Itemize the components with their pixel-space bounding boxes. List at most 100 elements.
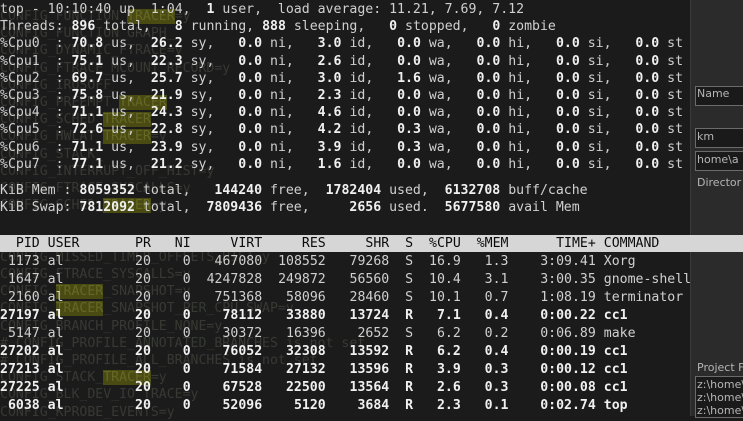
process-pr: 20	[135, 326, 151, 341]
column-header-shr: SHR	[365, 236, 390, 251]
process-pid: 27197	[0, 308, 40, 323]
cpu-hi-value: 0.0	[476, 36, 501, 52]
cpu-sy-value: 21.2	[150, 156, 183, 172]
cpu-hi-value: 0.0	[476, 88, 501, 103]
cpu-field-suffix: wa,	[420, 139, 461, 155]
cpu-us-value: 70.8	[71, 36, 104, 52]
process-virt: 30372	[222, 326, 263, 341]
cpu-field-suffix: hi,	[500, 70, 541, 86]
cpu-line: %Cpu1 : 75.1 us, 22.3 sy, 0.0 ni, 2.6 id…	[0, 53, 683, 70]
process-cpu: 16.9	[429, 254, 461, 269]
column-header-time: TIME+	[556, 236, 596, 251]
cpu-field-suffix: hi,	[500, 156, 541, 172]
background-window-label: Project Fi	[697, 361, 743, 374]
process-pr: 20	[135, 398, 151, 413]
cpu-label: %Cpu0 :	[0, 36, 72, 52]
process-cmd: cc1	[603, 344, 628, 359]
cpu-st-value: 0.0	[635, 53, 660, 69]
load-average-values: 11.21, 7.69, 7.12	[389, 2, 525, 17]
cpu-st-value: 0.0	[635, 139, 660, 155]
threads-total-label: total,	[95, 19, 175, 35]
process-virt: 467080	[214, 254, 263, 269]
process-s: R	[405, 362, 414, 377]
column-header-user: USER	[47, 236, 80, 251]
cpu-ni-value: 0.0	[238, 88, 263, 103]
cpu-ni-value: 0.0	[238, 139, 263, 155]
cpu-hi-value: 0.0	[476, 53, 501, 69]
memory-buff-label: buff/cache	[500, 183, 588, 198]
cpu-sy-value: 22.8	[150, 122, 183, 138]
cpu-label: %Cpu1 :	[0, 53, 72, 69]
cpu-line: %Cpu2 : 69.7 us, 25.7 sy, 0.0 ni, 3.0 id…	[0, 70, 683, 87]
process-row: 5147 al 20 0 30372 16396 2652 S 6.2 0.2 …	[0, 325, 636, 342]
process-cmd: top	[603, 398, 628, 413]
swap-used-label: used.	[381, 200, 445, 216]
background-window-label: km	[697, 130, 715, 143]
process-cpu: 6.2	[436, 326, 461, 341]
cpu-si-value: 0.0	[555, 139, 580, 155]
cpu-field-suffix: id,	[341, 122, 382, 138]
cpu-sy-value: 22.3	[150, 53, 183, 69]
threads-label: Threads:	[0, 19, 72, 35]
background-window: Name km home\a Director Project Fi z:\ho…	[690, 0, 743, 418]
process-virt: 78112	[222, 308, 263, 323]
cpu-si-value: 0.0	[555, 122, 580, 138]
process-cmd: gnome-shell	[603, 272, 692, 287]
cpu-us-value: 75.1	[71, 53, 104, 69]
process-pr: 20	[135, 344, 151, 359]
cpu-field-suffix: st	[659, 156, 684, 172]
cpu-us-value: 77.1	[71, 156, 104, 172]
process-user: al	[47, 398, 64, 413]
process-user: al	[47, 362, 64, 377]
process-time: 3:09.41	[540, 254, 596, 269]
process-user: al	[47, 290, 64, 305]
process-mem: 3.1	[484, 272, 509, 287]
cpu-wa-value: 0.0	[397, 88, 421, 103]
process-row: 6038 al 20 0 52096 5120 3684 R 2.3 0.1 0…	[0, 397, 628, 414]
process-cmd: cc1	[603, 308, 628, 323]
